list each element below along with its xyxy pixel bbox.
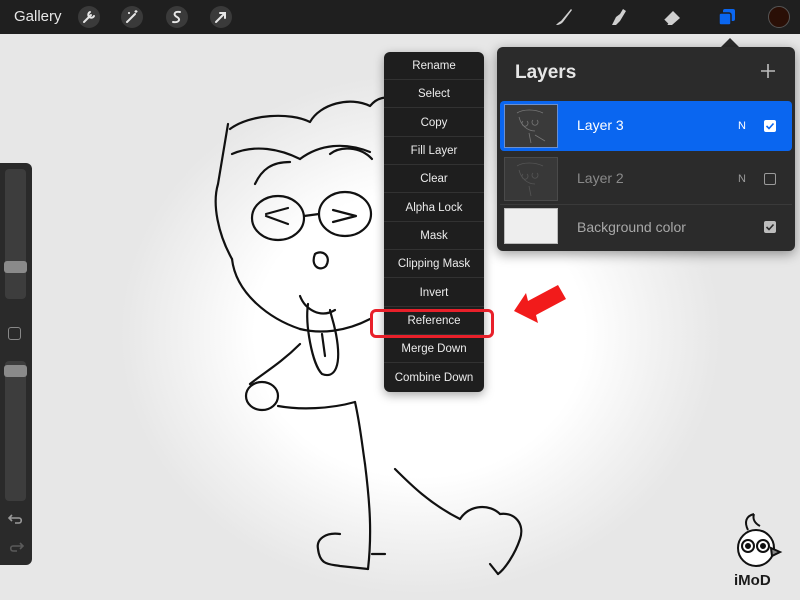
- layer-name: Background color: [577, 219, 686, 235]
- modify-button[interactable]: [8, 327, 21, 340]
- visibility-checkbox[interactable]: [764, 173, 776, 185]
- layers-icon[interactable]: [715, 5, 739, 29]
- layer-thumbnail: [504, 208, 558, 244]
- layers-panel: Layers Layer 3 N Layer 2 N Background co…: [497, 47, 795, 251]
- layer-row-layer-2[interactable]: Layer 2 N: [500, 154, 792, 204]
- reference-highlight-box: [370, 309, 494, 338]
- visibility-checkbox[interactable]: [764, 120, 776, 132]
- opacity-knob[interactable]: [4, 365, 27, 377]
- left-sidebar: [0, 163, 32, 565]
- menu-item-alpha-lock[interactable]: Alpha Lock: [384, 194, 484, 222]
- plus-icon[interactable]: [759, 62, 777, 80]
- layer-thumbnail: [504, 104, 558, 148]
- menu-item-mask[interactable]: Mask: [384, 222, 484, 250]
- layer-row-background-color[interactable]: Background color: [500, 205, 792, 249]
- menu-item-combine-down[interactable]: Combine Down: [384, 364, 484, 392]
- opacity-slider[interactable]: [4, 361, 27, 501]
- menu-item-clear[interactable]: Clear: [384, 165, 484, 194]
- layer-name: Layer 3: [577, 117, 624, 133]
- menu-item-rename[interactable]: Rename: [384, 52, 484, 80]
- transform-arrow-icon[interactable]: [210, 6, 232, 28]
- brush-icon[interactable]: [552, 5, 576, 29]
- magic-wand-icon[interactable]: [121, 6, 143, 28]
- blend-mode-button[interactable]: N: [738, 173, 746, 185]
- top-toolbar: Gallery: [0, 0, 800, 34]
- smudge-icon[interactable]: [606, 5, 630, 29]
- layer-name: Layer 2: [577, 170, 624, 186]
- menu-item-merge-down[interactable]: Merge Down: [384, 335, 484, 364]
- brush-size-slider[interactable]: [4, 169, 27, 299]
- annotation-arrow-icon: [514, 285, 566, 323]
- redo-icon[interactable]: [7, 539, 25, 560]
- imod-logo: iMoD: [726, 508, 786, 598]
- visibility-checkbox[interactable]: [764, 221, 776, 233]
- color-swatch[interactable]: [768, 6, 790, 28]
- menu-item-copy[interactable]: Copy: [384, 109, 484, 137]
- wrench-icon[interactable]: [78, 6, 100, 28]
- watermark-text: iMoD: [734, 572, 771, 589]
- menu-item-fill-layer[interactable]: Fill Layer: [384, 137, 484, 165]
- gallery-button[interactable]: Gallery: [14, 8, 62, 25]
- menu-item-clipping-mask[interactable]: Clipping Mask: [384, 250, 484, 279]
- selection-icon[interactable]: [166, 6, 188, 28]
- layer-row-layer-3[interactable]: Layer 3 N: [500, 101, 792, 151]
- layers-title: Layers: [515, 62, 577, 83]
- brush-size-knob[interactable]: [4, 261, 27, 273]
- layer-options-menu: Rename Select Copy Fill Layer Clear Alph…: [384, 52, 484, 392]
- layer-thumbnail: [504, 157, 558, 201]
- eraser-icon[interactable]: [660, 5, 684, 29]
- undo-icon[interactable]: [7, 511, 25, 532]
- menu-item-select[interactable]: Select: [384, 80, 484, 109]
- blend-mode-button[interactable]: N: [738, 120, 746, 132]
- menu-item-invert[interactable]: Invert: [384, 279, 484, 307]
